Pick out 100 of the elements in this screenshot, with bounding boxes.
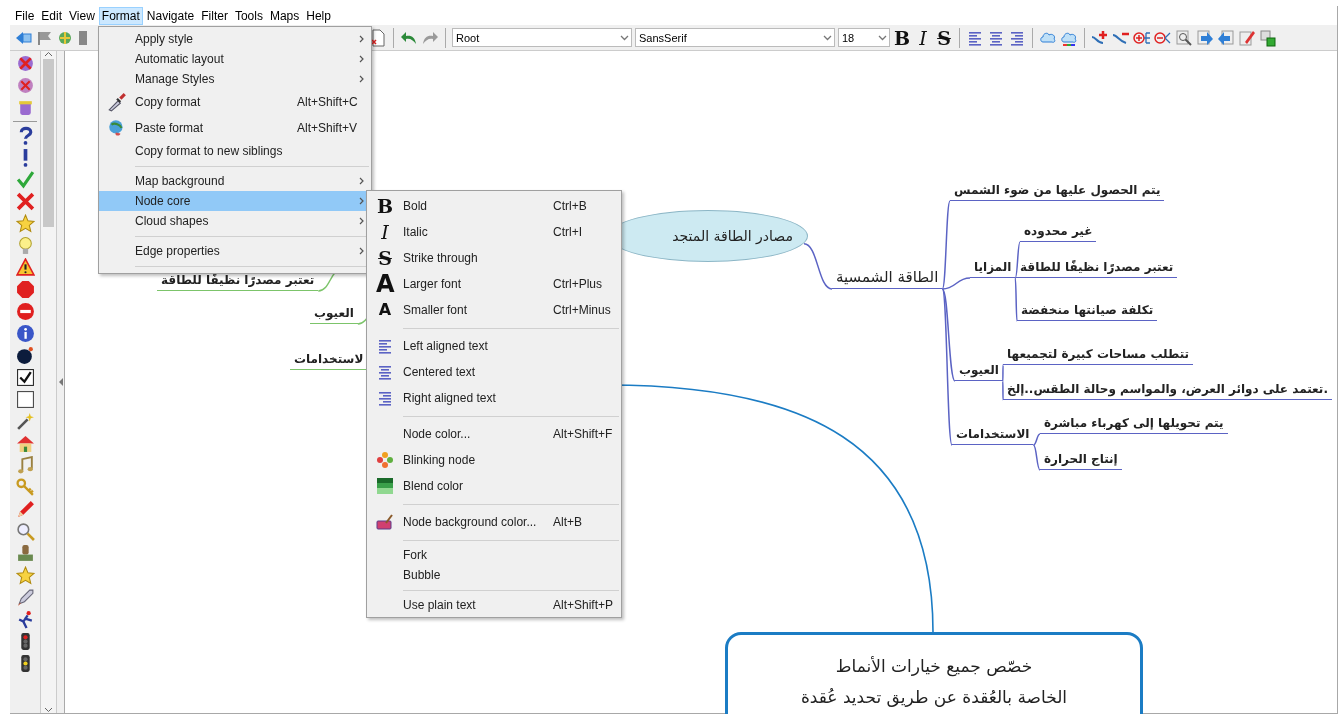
map-node[interactable]: العيوب [310,305,358,324]
check-icon[interactable] [15,170,35,189]
map-node[interactable]: غير محدوده [1020,223,1097,242]
scrollbar-thumb[interactable] [43,59,54,227]
arrow-left-icon[interactable] [1217,28,1235,47]
house-icon[interactable] [15,434,35,453]
menu-item[interactable]: Left aligned text [367,333,621,359]
palette-icon [376,513,394,531]
collapse-arrow-icon[interactable] [58,378,63,386]
menu-item[interactable]: Use plain text Alt+Shift+P [367,595,621,615]
shortcut-text: Ctrl+B [553,199,588,213]
magic-wand-icon[interactable] [15,412,35,431]
zoom-icon[interactable] [1175,28,1193,47]
checkbox-checked-icon[interactable] [15,368,35,387]
shortcut-text: Ctrl+Minus [553,303,612,317]
menu-item[interactable]: Apply style [99,29,371,49]
checkbox-icon[interactable] [15,390,35,409]
font-dropdown[interactable]: SansSerif [635,28,835,47]
map-node[interactable]: يتم الحصول عليها من ضوء الشمس [950,182,1165,201]
menu-item[interactable]: Blinking node [367,447,621,473]
lock-icon[interactable] [1259,28,1277,47]
style-dropdown[interactable]: Root [452,28,632,47]
minus-circle-icon[interactable] [15,302,35,321]
music-notes-icon[interactable] [15,456,35,475]
format-glyph-icon: S [376,248,394,268]
dropdown-caret-icon [620,34,629,41]
menu-bar-item[interactable]: Maps [266,6,303,25]
shortcut-text: Alt+Shift+P [553,598,615,612]
stop-sign-icon[interactable] [15,280,35,299]
add-edge-icon[interactable] [1091,28,1109,47]
menu-item[interactable]: Paste format Alt+Shift+V [99,115,371,141]
menu-item[interactable]: A Larger font Ctrl+Plus [367,271,621,297]
menu-item[interactable]: Map background [99,171,371,191]
menu-bar-item[interactable]: File [12,6,38,25]
menu-bar-item[interactable]: Format [98,6,143,25]
font-size-dropdown[interactable]: 18 [838,28,890,47]
magnifier-icon[interactable] [15,522,35,541]
shortcut-text: Alt+B [553,515,583,529]
menu-item[interactable]: Centered text [367,359,621,385]
color-grid-icon [376,477,394,495]
rocket-icon[interactable] [15,588,35,607]
italic-button[interactable]: I [914,27,932,48]
menu-item[interactable]: A Smaller font Ctrl+Minus [367,297,621,323]
map-node[interactable]: إنتاج الحرارة [1040,451,1122,470]
strikethrough-button[interactable]: S [935,27,953,48]
key-icon[interactable] [15,478,35,497]
dropdown-caret-icon [878,34,887,41]
align-left-icon [376,337,394,355]
arrow-right-icon[interactable] [1196,28,1214,47]
shortcut-text: Alt+Shift+V [297,121,359,135]
bomb-icon[interactable] [15,346,35,365]
document-icon[interactable] [369,28,387,47]
callout-text: خصّص جميع خيارات الأنماط الخاصة بالعُقدة عن طريق تحديد عُقدة [800,655,1068,709]
menu-bar-item[interactable]: View [66,6,98,25]
remove-icon[interactable] [15,76,35,95]
cross-icon[interactable] [15,192,35,211]
stamp-icon[interactable] [15,544,35,563]
menu-item[interactable]: Automatic layout [99,49,371,69]
eyedropper-icon [107,92,127,112]
format-glyph-icon: I [376,222,394,242]
info-icon[interactable] [15,324,35,343]
align-center-icon [376,363,394,381]
map-node[interactable]: الطاقة الشمسية [832,267,943,289]
map-node[interactable]: الاستخدامات [952,426,1034,445]
star-icon[interactable] [15,566,35,585]
warning-icon[interactable] [15,258,35,277]
menu-bar-item[interactable]: Edit [38,6,66,25]
pencil-icon[interactable] [15,500,35,519]
map-node[interactable]: العيوب [955,362,1003,381]
map-node[interactable]: تتطلب مساحات كبيرة لتجميعها [1003,346,1194,365]
menu-item[interactable]: Right aligned text [367,385,621,411]
edit-icon[interactable] [1238,28,1256,47]
map-node[interactable]: يتم تحويلها إلى كهرباء مباشرة [1040,415,1228,434]
star-icon[interactable] [15,214,35,233]
shortcut-text: Alt+Shift+F [553,427,614,441]
map-node[interactable]: تعتمد على دوائر العرض، والمواسم وحالة الطقس..إلخ. [1003,381,1332,400]
scroll-down-icon[interactable] [44,707,53,713]
format-glyph-icon: A [376,300,394,320]
menu-item[interactable]: Bubble [367,565,621,585]
menu-bar-item[interactable]: Navigate [143,6,198,25]
menu-bar-item[interactable]: Help [303,6,334,25]
bold-button[interactable]: B [893,27,911,48]
menu-bar-item[interactable]: Tools [231,6,266,25]
menu-item[interactable]: Manage Styles [99,69,371,89]
menu-item[interactable]: Node color... Alt+Shift+F [367,421,621,447]
menu-bar-item[interactable]: Filter [198,6,231,25]
menu-item[interactable]: Node background color... Alt+B [367,509,621,535]
remove-icon[interactable] [15,54,35,73]
scroll-up-icon[interactable] [44,51,53,57]
format-glyph-icon: A [376,274,394,294]
format-glyph-icon: B [376,196,394,216]
map-node[interactable]: تعتبر مصدرًا نظيفًا للطاقة [1016,259,1178,278]
shortcut-text: Alt+Shift+C [297,95,359,109]
dropdown-caret-icon [823,34,832,41]
menu-item[interactable]: Copy format Alt+Shift+C [99,89,371,115]
map-node[interactable]: المزايا [970,259,1016,278]
menu-item[interactable]: Fork [367,545,621,565]
map-node[interactable]: تكلفة صيانتها منخفضة [1017,302,1158,321]
menu-item[interactable]: Copy format to new siblings [99,141,371,161]
menu-item[interactable]: Blend color [367,473,621,499]
